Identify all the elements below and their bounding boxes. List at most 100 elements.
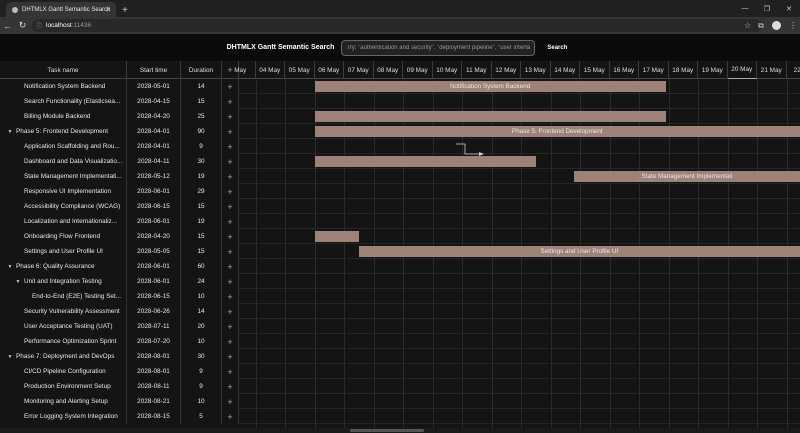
- add-subtask-button[interactable]: +: [222, 244, 239, 259]
- task-name-cell[interactable]: ▼ Unit and Integration Testing: [0, 274, 127, 289]
- task-name-cell[interactable]: Onboarding Flow Frontend: [0, 229, 127, 244]
- url-field[interactable]: ⓘ localhost:11436: [32, 19, 762, 32]
- reload-icon[interactable]: ↻: [15, 20, 30, 31]
- expand-toggle-icon[interactable]: ▼: [14, 279, 22, 285]
- task-bar[interactable]: [314, 156, 536, 167]
- task-name-cell[interactable]: Notification System Backend: [0, 79, 127, 94]
- task-row[interactable]: Responsive UI Implementation 2028-06-01 29…: [0, 184, 239, 199]
- task-name-cell[interactable]: Monitoring and Alerting Setup: [0, 394, 127, 409]
- task-name-cell[interactable]: Dashboard and Data Visualizatio...: [0, 154, 127, 169]
- column-header-start-time[interactable]: Start time: [127, 61, 181, 79]
- task-name-cell[interactable]: ▼ Phase 7: Deployment and DevOps: [0, 349, 127, 364]
- add-subtask-button[interactable]: +: [222, 304, 239, 319]
- task-row[interactable]: End-to-End (E2E) Testing Set... 2028-06-1…: [0, 289, 239, 304]
- task-bar[interactable]: Settings and User Profile UI: [358, 246, 800, 257]
- add-subtask-button[interactable]: +: [222, 184, 239, 199]
- task-row[interactable]: Search Functionality (Elasticsea... 2028-…: [0, 94, 239, 109]
- task-row[interactable]: Notification System Backend 2028-05-01 14 +: [0, 79, 239, 94]
- semantic-search-input[interactable]: [341, 39, 536, 56]
- add-subtask-button[interactable]: +: [222, 229, 239, 244]
- task-row[interactable]: Error Logging System Integration 2028-08-…: [0, 409, 239, 424]
- task-row[interactable]: Security Vulnerability Assessment 2028-06…: [0, 304, 239, 319]
- task-row[interactable]: Monitoring and Alerting Setup 2028-08-21 1…: [0, 394, 239, 409]
- task-row[interactable]: Performance Optimization Sprint 2028-07-2…: [0, 334, 239, 349]
- task-name-cell[interactable]: ▼ Phase 5: Frontend Development: [0, 124, 127, 139]
- add-subtask-button[interactable]: +: [222, 274, 239, 289]
- task-row[interactable]: ▼ Phase 5: Frontend Development 2028-04-01…: [0, 124, 239, 139]
- new-tab-icon[interactable]: +: [122, 5, 128, 16]
- add-subtask-button[interactable]: +: [222, 289, 239, 304]
- task-row[interactable]: ▼ Unit and Integration Testing 2028-06-01 2…: [0, 274, 239, 289]
- add-subtask-button[interactable]: +: [222, 109, 239, 124]
- horizontal-scrollbar[interactable]: [0, 428, 800, 433]
- extensions-icon[interactable]: ⧉: [758, 17, 764, 34]
- task-bar[interactable]: [314, 231, 359, 242]
- dependency-link[interactable]: [456, 143, 482, 155]
- task-row[interactable]: ▼ Phase 7: Deployment and DevOps 2028-08-0…: [0, 349, 239, 364]
- add-subtask-button[interactable]: +: [222, 94, 239, 109]
- task-name-cell[interactable]: Responsive UI Implementation: [0, 184, 127, 199]
- task-name-cell[interactable]: Settings and User Profile UI: [0, 244, 127, 259]
- task-name-cell[interactable]: Localization and Internationaliz...: [0, 214, 127, 229]
- add-subtask-button[interactable]: +: [222, 394, 239, 409]
- search-button[interactable]: Search: [541, 39, 574, 56]
- task-name-cell[interactable]: Error Logging System Integration: [0, 409, 127, 424]
- task-row[interactable]: CI/CD Pipeline Configuration 2028-08-01 9 +: [0, 364, 239, 379]
- task-row[interactable]: Accessibility Compliance (WCAG) 2028-06-1…: [0, 199, 239, 214]
- task-name-cell[interactable]: Accessibility Compliance (WCAG): [0, 199, 127, 214]
- task-name-cell[interactable]: User Acceptance Testing (UAT): [0, 319, 127, 334]
- browser-tab[interactable]: DHTMLX Gantt Semantic Search ✕: [6, 2, 116, 17]
- task-bar[interactable]: Phase 5: Frontend Development: [314, 126, 800, 137]
- task-row[interactable]: Application Scaffolding and Rou... 2028-0…: [0, 139, 239, 154]
- task-name-cell[interactable]: Application Scaffolding and Rou...: [0, 139, 127, 154]
- profile-avatar[interactable]: [772, 21, 781, 30]
- add-subtask-button[interactable]: +: [222, 214, 239, 229]
- back-icon[interactable]: ←: [0, 21, 15, 31]
- add-subtask-button[interactable]: +: [222, 349, 239, 364]
- add-subtask-button[interactable]: +: [222, 169, 239, 184]
- add-subtask-button[interactable]: +: [222, 199, 239, 214]
- task-row[interactable]: Settings and User Profile UI 2028-05-05 15…: [0, 244, 239, 259]
- scrollbar-thumb[interactable]: [350, 429, 424, 432]
- task-bar[interactable]: Notification System Backend: [314, 81, 666, 92]
- add-subtask-button[interactable]: +: [222, 79, 239, 94]
- bookmark-star-icon[interactable]: ☆: [744, 17, 751, 34]
- add-subtask-button[interactable]: +: [222, 409, 239, 424]
- task-row[interactable]: Billing Module Backend 2028-04-20 25 +: [0, 109, 239, 124]
- task-row[interactable]: Onboarding Flow Frontend 2028-04-20 15 +: [0, 229, 239, 244]
- task-row[interactable]: User Acceptance Testing (UAT) 2028-07-11 2…: [0, 319, 239, 334]
- close-tab-icon[interactable]: ✕: [105, 6, 111, 14]
- add-subtask-button[interactable]: +: [222, 154, 239, 169]
- task-name-cell[interactable]: Billing Module Backend: [0, 109, 127, 124]
- task-bar[interactable]: State Management Implementati: [574, 171, 800, 182]
- add-subtask-button[interactable]: +: [222, 379, 239, 394]
- expand-toggle-icon[interactable]: ▼: [6, 264, 14, 270]
- minimize-icon[interactable]: —: [734, 5, 756, 12]
- task-name-cell[interactable]: End-to-End (E2E) Testing Set...: [0, 289, 127, 304]
- task-row[interactable]: ▼ Phase 6: Quality Assurance 2028-06-01 60 +: [0, 259, 239, 274]
- task-row[interactable]: Localization and Internationaliz... 2028-…: [0, 214, 239, 229]
- task-row[interactable]: Production Environment Setup 2028-08-11 9 +: [0, 379, 239, 394]
- task-name-cell[interactable]: Production Environment Setup: [0, 379, 127, 394]
- column-header-duration[interactable]: Duration: [181, 61, 222, 79]
- add-subtask-button[interactable]: +: [222, 364, 239, 379]
- browser-menu-icon[interactable]: ⋮: [789, 17, 797, 34]
- task-row[interactable]: State Management Implementati... 2028-05-…: [0, 169, 239, 184]
- expand-toggle-icon[interactable]: ▼: [6, 129, 14, 135]
- add-subtask-button[interactable]: +: [222, 334, 239, 349]
- restore-icon[interactable]: ❐: [756, 5, 778, 13]
- add-subtask-button[interactable]: +: [222, 259, 239, 274]
- column-header-task-name[interactable]: Task name: [0, 61, 127, 79]
- expand-toggle-icon[interactable]: ▼: [6, 354, 14, 360]
- task-name-cell[interactable]: CI/CD Pipeline Configuration: [0, 364, 127, 379]
- task-row[interactable]: Dashboard and Data Visualizatio... 2028-0…: [0, 154, 239, 169]
- task-name-cell[interactable]: ▼ Phase 6: Quality Assurance: [0, 259, 127, 274]
- close-window-icon[interactable]: ✕: [778, 5, 800, 13]
- add-subtask-button[interactable]: +: [222, 124, 239, 139]
- site-info-icon[interactable]: ⓘ: [36, 21, 42, 30]
- task-name-cell[interactable]: State Management Implementati...: [0, 169, 127, 184]
- add-subtask-button[interactable]: +: [222, 319, 239, 334]
- task-name-cell[interactable]: Search Functionality (Elasticsea...: [0, 94, 127, 109]
- task-name-cell[interactable]: Performance Optimization Sprint: [0, 334, 127, 349]
- task-name-cell[interactable]: Security Vulnerability Assessment: [0, 304, 127, 319]
